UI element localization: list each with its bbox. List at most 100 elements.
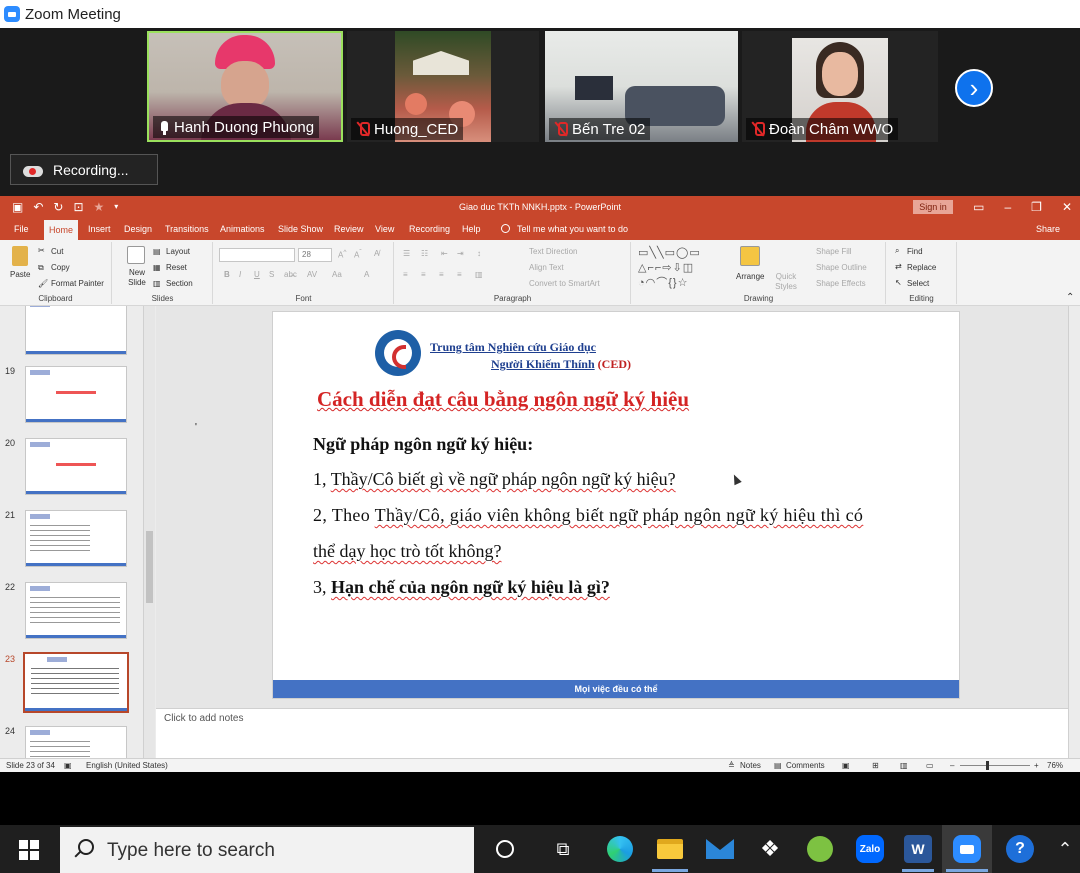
sign-in-button[interactable]: Sign in (913, 200, 953, 214)
tab-insert[interactable]: Insert (88, 218, 111, 240)
reading-view-icon[interactable]: ▥ (900, 761, 908, 770)
cortana-icon[interactable] (491, 835, 519, 863)
ribbon-display-icon[interactable]: ▭ (973, 199, 984, 215)
recording-badge[interactable]: Recording... (10, 154, 158, 185)
notes-pane[interactable]: Click to add notes (156, 708, 1068, 758)
clear-format-icon[interactable]: A̸ (374, 249, 379, 258)
tab-design[interactable]: Design (124, 218, 152, 240)
font-name-field[interactable] (219, 248, 295, 262)
format-painter-icon[interactable]: 🖌 (38, 279, 48, 288)
spacing-icon[interactable]: AV (307, 270, 317, 279)
collapse-ribbon-icon[interactable]: ⌃ (1066, 292, 1074, 303)
arrange-icon[interactable] (740, 246, 760, 266)
notes-button[interactable]: Notes (740, 761, 761, 770)
line-spacing-icon[interactable]: ↕ (477, 249, 481, 258)
tell-me-search[interactable]: Tell me what you want to do (500, 218, 628, 240)
increase-indent-icon[interactable]: ⇥ (457, 249, 464, 258)
greenshot-icon[interactable] (806, 835, 834, 863)
mail-icon[interactable] (706, 835, 734, 863)
scrollbar-thumb[interactable] (146, 531, 153, 603)
format-painter-button[interactable]: Format Painter (51, 279, 104, 288)
tab-file[interactable]: File (14, 218, 29, 240)
participant-tile-1[interactable]: Huong_CED (347, 31, 539, 142)
tray-overflow-icon[interactable]: ⌃ (1052, 835, 1078, 863)
text-direction-button[interactable]: Text Direction (529, 247, 577, 256)
tab-help[interactable]: Help (462, 218, 481, 240)
underline-icon[interactable]: U (254, 270, 260, 279)
spell-check-icon[interactable]: ▣ (64, 761, 72, 770)
font-color-icon[interactable]: A (364, 270, 369, 279)
shadow-icon[interactable]: S (269, 270, 274, 279)
reset-button[interactable]: Reset (166, 263, 187, 272)
align-center-icon[interactable]: ≡ (421, 270, 426, 279)
share-button[interactable]: Share (1036, 218, 1060, 240)
slide-thumbnail[interactable] (25, 510, 127, 567)
shape-fill-button[interactable]: Shape Fill (816, 247, 852, 256)
slide-thumbnail-selected[interactable] (23, 652, 129, 713)
slide-sorter-icon[interactable]: ⊞ (872, 761, 879, 770)
chevron-right-icon[interactable]: › (955, 69, 993, 107)
taskbar-search[interactable]: Type here to search (60, 827, 474, 873)
columns-icon[interactable]: ▥ (475, 270, 483, 279)
word-icon[interactable]: W (904, 835, 932, 863)
copy-icon[interactable]: ⧉ (38, 263, 44, 273)
copy-button[interactable]: Copy (51, 263, 70, 272)
tab-slide-show[interactable]: Slide Show (278, 218, 323, 240)
cut-button[interactable]: Cut (51, 247, 63, 256)
layout-icon[interactable]: ▤ (153, 247, 161, 256)
tab-review[interactable]: Review (334, 218, 364, 240)
restore-icon[interactable]: ❐ (1031, 199, 1042, 215)
help-icon[interactable]: ? (1006, 835, 1034, 863)
slide-scrollbar[interactable] (1068, 306, 1080, 758)
find-button[interactable]: Find (907, 247, 923, 256)
zalo-icon[interactable]: Zalo (856, 835, 884, 863)
paste-button[interactable]: Paste (10, 270, 30, 279)
quick-styles-button[interactable]: Quick Styles (772, 272, 800, 292)
zoom-slider[interactable] (960, 761, 1030, 770)
comments-icon[interactable]: ▤ (774, 761, 782, 770)
shape-outline-button[interactable]: Shape Outline (816, 263, 867, 272)
slideshow-view-icon[interactable]: ▭ (926, 761, 934, 770)
justify-icon[interactable]: ≡ (457, 270, 462, 279)
comments-button[interactable]: Comments (786, 761, 825, 770)
replace-button[interactable]: Replace (907, 263, 936, 272)
tab-home[interactable]: Home (44, 218, 79, 240)
section-button[interactable]: Section (166, 279, 193, 288)
slide-thumbnail[interactable] (25, 726, 127, 758)
convert-smartart-button[interactable]: Convert to SmartArt (529, 279, 600, 288)
grow-font-icon[interactable]: A^ (338, 249, 346, 260)
notes-icon[interactable]: ≜ (728, 761, 735, 770)
tab-animations[interactable]: Animations (220, 218, 265, 240)
numbering-icon[interactable]: ☷ (421, 249, 428, 258)
decrease-indent-icon[interactable]: ⇤ (441, 249, 448, 258)
shapes-gallery[interactable]: ▭╲╲▭◯▭ △⌐⌐⇨⇩◫ ◔◠⌒{}☆ (638, 246, 726, 292)
new-slide-icon[interactable] (127, 246, 145, 264)
select-button[interactable]: Select (907, 279, 929, 288)
zoom-icon[interactable] (953, 835, 981, 863)
slide-thumbnail[interactable] (25, 582, 127, 639)
tab-recording[interactable]: Recording (409, 218, 450, 240)
normal-view-icon[interactable]: ▣ (842, 761, 850, 770)
participant-tile-3[interactable]: Đoàn Châm WWO (742, 31, 938, 142)
bold-icon[interactable]: B (224, 270, 230, 279)
layout-button[interactable]: Layout (166, 247, 190, 256)
thumbnails-scrollbar[interactable] (143, 306, 155, 758)
windows-start-icon[interactable] (19, 840, 39, 860)
zoom-in-icon[interactable]: + (1034, 761, 1039, 770)
file-explorer-icon[interactable] (656, 835, 684, 863)
cut-icon[interactable]: ✂ (38, 246, 45, 255)
shrink-font-icon[interactable]: Aˇ (354, 249, 362, 260)
replace-icon[interactable]: ⇄ (895, 262, 902, 271)
strikethrough-icon[interactable]: ab̶c (284, 270, 297, 279)
participant-tile-0[interactable]: Hanh Duong Phuong (147, 31, 343, 142)
tab-transitions[interactable]: Transitions (165, 218, 209, 240)
zoom-out-icon[interactable]: – (950, 761, 954, 770)
select-icon[interactable]: ↖ (895, 278, 902, 287)
tab-view[interactable]: View (375, 218, 394, 240)
font-size-field[interactable]: 28 (298, 248, 332, 262)
close-icon[interactable]: ✕ (1062, 199, 1072, 215)
find-icon[interactable]: ⌕ (895, 246, 899, 256)
slide-thumbnail[interactable] (25, 438, 127, 495)
current-slide[interactable]: Trung tâm Nghiên cứu Giáo dục Người Khiế… (273, 312, 959, 698)
section-icon[interactable]: ▥ (153, 279, 161, 288)
